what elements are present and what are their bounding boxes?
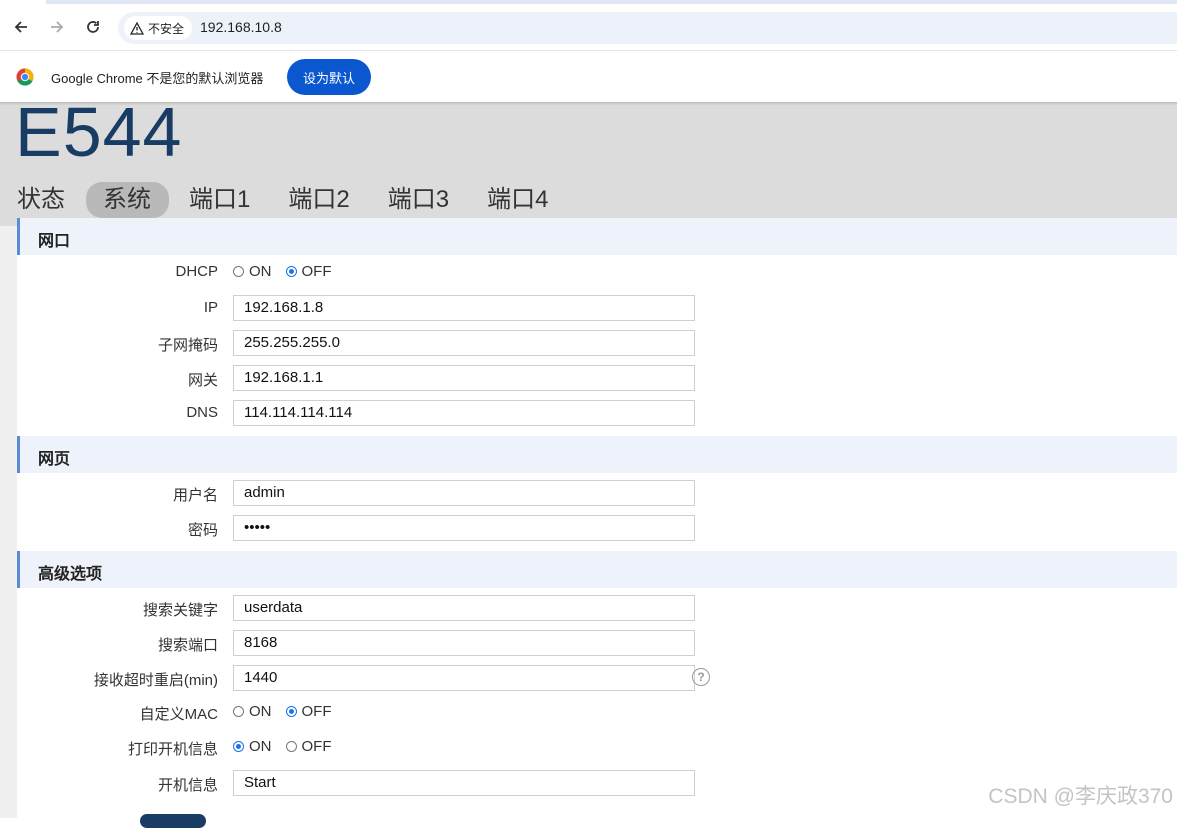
reboot-timeout-label: 接收超时重启(min) bbox=[93, 672, 218, 689]
ip-label: IP bbox=[203, 299, 218, 316]
address-bar[interactable]: 不安全 192.168.10.8 bbox=[118, 12, 1177, 44]
gateway-input[interactable]: 192.168.1.1 bbox=[233, 365, 695, 391]
username-row: 用户名 admin bbox=[0, 478, 1177, 508]
radio-label: OFF bbox=[301, 263, 332, 280]
password-input[interactable]: ••••• bbox=[233, 515, 695, 541]
dhcp-off-radio[interactable]: OFF bbox=[285, 263, 332, 280]
settings-form: 网口 DHCP ON OFF IP 192.168.1.8 子网掩码 255.2… bbox=[0, 218, 1177, 818]
page-header: E544 状态 系统 端口1 端口2 端口3 端口4 bbox=[0, 97, 1177, 226]
radio-label: ON bbox=[249, 703, 272, 720]
subnet-label: 子网掩码 bbox=[157, 337, 218, 354]
device-title: E544 bbox=[15, 93, 183, 171]
search-keyword-row: 搜索关键字 userdata bbox=[0, 593, 1177, 623]
dns-input[interactable]: 114.114.114.114 bbox=[233, 400, 695, 426]
reboot-timeout-row: 接收超时重启(min) 1440 ? bbox=[0, 663, 1177, 693]
search-keyword-label: 搜索关键字 bbox=[142, 602, 218, 619]
section-network: 网口 bbox=[17, 218, 1177, 255]
dhcp-radio-group: ON OFF bbox=[233, 263, 332, 280]
radio-dot bbox=[233, 706, 244, 717]
tab-port3[interactable]: 端口3 bbox=[371, 182, 467, 218]
browser-toolbar: 不安全 192.168.10.8 bbox=[0, 4, 1177, 50]
tab-port4[interactable]: 端口4 bbox=[470, 182, 566, 218]
custom-mac-radio-group: ON OFF bbox=[233, 703, 332, 720]
url-text[interactable]: 192.168.10.8 bbox=[200, 19, 282, 35]
subnet-input[interactable]: 255.255.255.0 bbox=[233, 330, 695, 356]
radio-dot bbox=[233, 266, 244, 277]
reboot-timeout-input[interactable]: 1440 bbox=[233, 665, 695, 691]
back-button[interactable] bbox=[7, 13, 35, 41]
custom-mac-off-radio[interactable]: OFF bbox=[285, 703, 332, 720]
ip-input[interactable]: 192.168.1.8 bbox=[233, 295, 695, 321]
main-nav: 状态 系统 端口1 端口2 端口3 端口4 bbox=[0, 182, 569, 218]
gateway-label: 网关 bbox=[187, 372, 218, 389]
security-label: 不安全 bbox=[148, 21, 185, 36]
search-port-row: 搜索端口 8168 bbox=[0, 628, 1177, 658]
dns-label: DNS bbox=[186, 404, 218, 421]
print-boot-radio-group: ON OFF bbox=[233, 738, 332, 755]
tab-port2[interactable]: 端口2 bbox=[271, 182, 367, 218]
radio-dot-checked bbox=[233, 741, 244, 752]
gateway-row: 网关 192.168.1.1 bbox=[0, 363, 1177, 393]
username-label: 用户名 bbox=[172, 487, 218, 504]
section-web: 网页 bbox=[17, 436, 1177, 473]
print-boot-label: 打印开机信息 bbox=[127, 741, 218, 758]
radio-dot bbox=[285, 741, 297, 752]
forward-button[interactable] bbox=[43, 13, 71, 41]
custom-mac-on-radio[interactable]: ON bbox=[233, 703, 272, 720]
set-default-button[interactable]: 设为默认 bbox=[287, 59, 371, 95]
dhcp-on-radio[interactable]: ON bbox=[233, 263, 272, 280]
password-label: 密码 bbox=[187, 522, 218, 539]
section-title: 高级选项 bbox=[38, 566, 103, 583]
radio-dot-checked bbox=[285, 706, 297, 717]
ip-row: IP 192.168.1.8 bbox=[0, 293, 1177, 323]
dns-row: DNS 114.114.114.114 bbox=[0, 398, 1177, 428]
radio-dot-checked bbox=[285, 266, 297, 277]
warning-icon bbox=[130, 21, 144, 35]
chrome-logo-icon bbox=[16, 68, 34, 86]
print-boot-off-radio[interactable]: OFF bbox=[285, 738, 332, 755]
subnet-row: 子网掩码 255.255.255.0 bbox=[0, 328, 1177, 358]
search-port-input[interactable]: 8168 bbox=[233, 630, 695, 656]
dhcp-row: DHCP ON OFF bbox=[0, 257, 1177, 287]
password-row: 密码 ••••• bbox=[0, 513, 1177, 543]
boot-info-label: 开机信息 bbox=[157, 777, 218, 794]
radio-label: ON bbox=[249, 263, 272, 280]
watermark: CSDN @李庆政370 bbox=[988, 785, 1173, 808]
save-button[interactable] bbox=[140, 814, 206, 828]
help-icon[interactable]: ? bbox=[692, 668, 710, 686]
print-boot-row: 打印开机信息 ON OFF bbox=[0, 732, 1177, 762]
tab-port1[interactable]: 端口1 bbox=[172, 182, 268, 218]
custom-mac-row: 自定义MAC ON OFF bbox=[0, 697, 1177, 727]
boot-info-input[interactable]: Start bbox=[233, 770, 695, 796]
dhcp-label: DHCP bbox=[175, 263, 218, 280]
section-advanced: 高级选项 bbox=[17, 551, 1177, 588]
section-title: 网口 bbox=[38, 233, 71, 250]
radio-label: OFF bbox=[301, 738, 332, 755]
arrow-right-icon bbox=[51, 21, 64, 33]
arrow-left-icon bbox=[14, 21, 27, 33]
search-port-label: 搜索端口 bbox=[157, 637, 218, 654]
tab-status[interactable]: 状态 bbox=[0, 182, 83, 218]
radio-label: OFF bbox=[301, 703, 332, 720]
search-keyword-input[interactable]: userdata bbox=[233, 595, 695, 621]
reload-icon bbox=[87, 21, 99, 33]
tab-system[interactable]: 系统 bbox=[86, 182, 169, 218]
infobar-message: Google Chrome 不是您的默认浏览器 bbox=[51, 71, 264, 86]
radio-label: ON bbox=[249, 738, 272, 755]
username-input[interactable]: admin bbox=[233, 480, 695, 506]
section-title: 网页 bbox=[38, 451, 71, 468]
custom-mac-label: 自定义MAC bbox=[139, 706, 218, 723]
security-chip[interactable]: 不安全 bbox=[124, 16, 193, 40]
print-boot-on-radio[interactable]: ON bbox=[233, 738, 272, 755]
reload-button[interactable] bbox=[79, 13, 107, 41]
